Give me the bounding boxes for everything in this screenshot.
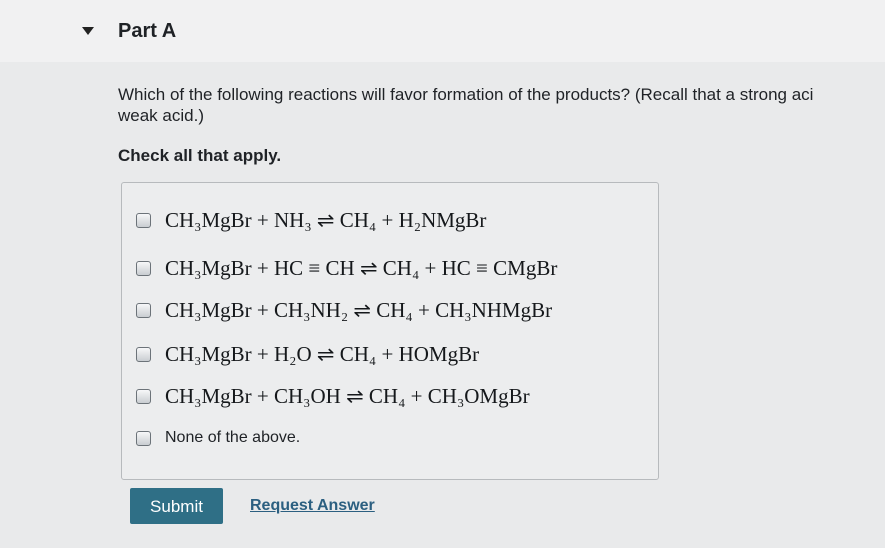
checkbox[interactable] <box>136 430 151 446</box>
choice-option-1[interactable]: CH₃MgBr + NH₃ ⇌ CH₄ + H₂NMgBr <box>136 205 486 235</box>
request-answer-link[interactable]: Request Answer <box>250 497 375 515</box>
checkbox[interactable] <box>136 212 151 228</box>
submit-button[interactable]: Submit <box>130 488 223 524</box>
checkbox[interactable] <box>136 260 151 276</box>
part-title: Part A <box>118 20 177 42</box>
choice-label: CH₃MgBr + NH₃ ⇌ CH₄ + H₂NMgBr <box>165 207 487 232</box>
choices-box: CH₃MgBr + NH₃ ⇌ CH₄ + H₂NMgBr CH₃MgBr + … <box>121 182 659 480</box>
choice-option-2[interactable]: CH₃MgBr + HC ≡ CH ⇌ CH₄ + HC ≡ CMgBr <box>136 253 557 283</box>
choice-label: CH₃MgBr + HC ≡ CH ⇌ CH₄ + HC ≡ CMgBr <box>165 255 558 280</box>
instruction-text: Check all that apply. <box>118 146 282 165</box>
choice-option-none[interactable]: None of the above. <box>136 423 300 453</box>
question-text: Which of the following reactions will fa… <box>118 84 885 126</box>
choice-label: CH₃MgBr + CH₃OH ⇌ CH₄ + CH₃OMgBr <box>165 383 530 408</box>
choice-option-3[interactable]: CH₃MgBr + CH₃NH₂ ⇌ CH₄ + CH₃NHMgBr <box>136 295 552 325</box>
checkbox[interactable] <box>136 302 151 318</box>
choice-option-4[interactable]: CH₃MgBr + H₂O ⇌ CH₄ + HOMgBr <box>136 339 479 369</box>
choice-label: CH₃MgBr + H₂O ⇌ CH₄ + HOMgBr <box>165 341 480 366</box>
choice-option-5[interactable]: CH₃MgBr + CH₃OH ⇌ CH₄ + CH₃OMgBr <box>136 381 530 411</box>
question-line-2: weak acid.) <box>118 106 204 125</box>
choice-label: CH₃MgBr + CH₃NH₂ ⇌ CH₄ + CH₃NHMgBr <box>165 297 553 322</box>
choice-label: None of the above. <box>165 429 301 446</box>
question-line-1: Which of the following reactions will fa… <box>118 85 814 104</box>
checkbox[interactable] <box>136 388 151 404</box>
collapse-caret-icon[interactable] <box>82 27 94 35</box>
checkbox[interactable] <box>136 346 151 362</box>
